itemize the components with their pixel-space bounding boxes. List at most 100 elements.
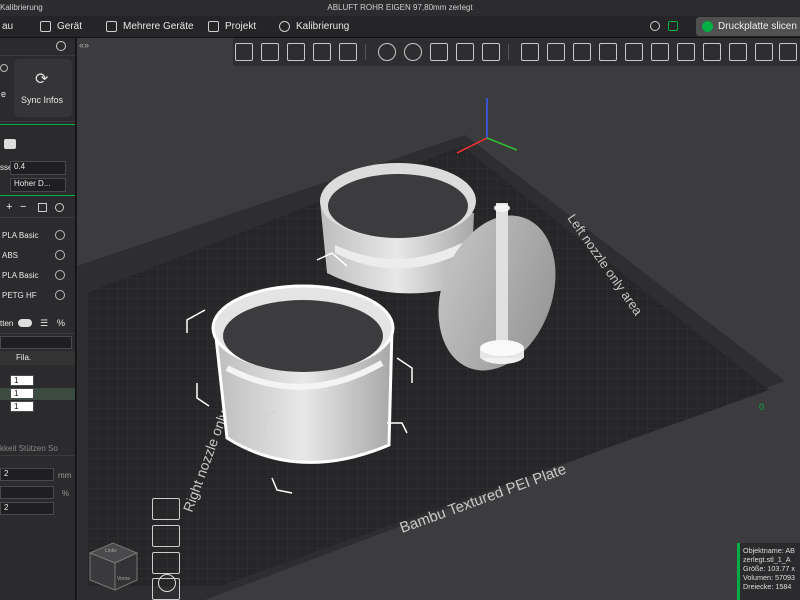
param-unit-1: mm xyxy=(58,471,72,480)
printer-header xyxy=(0,38,75,56)
seam-icon[interactable] xyxy=(573,43,591,61)
object-filament-input[interactable]: 1 xyxy=(10,375,34,386)
filament-name: PETG HF xyxy=(2,291,37,300)
table-row[interactable]: 1 xyxy=(0,375,75,387)
measure-icon[interactable] xyxy=(482,43,500,61)
table-row[interactable]: 1 xyxy=(0,401,75,413)
filament-item-4[interactable]: PETG HF xyxy=(0,286,75,306)
plate-lock-icon[interactable] xyxy=(152,498,180,520)
text-icon[interactable] xyxy=(547,43,565,61)
settings-tabs[interactable]: kkeit Stützen So xyxy=(0,442,75,456)
filament-item-2[interactable]: ABS xyxy=(0,246,75,266)
toolbar-separator xyxy=(365,44,366,60)
split-icon[interactable] xyxy=(339,43,357,61)
param-input-1[interactable]: 2 xyxy=(0,468,54,481)
orient-icon[interactable] xyxy=(287,43,305,61)
assembly-icon[interactable] xyxy=(651,43,669,61)
target-icon[interactable] xyxy=(650,21,660,31)
camera-reset-icon[interactable] xyxy=(158,574,176,592)
filament-name: ABS xyxy=(2,251,19,260)
zoom-icon[interactable] xyxy=(755,43,773,61)
toolbar-separator-2 xyxy=(508,44,509,60)
flow-value: Hoher D... xyxy=(14,179,51,188)
filament-settings-icon[interactable] xyxy=(55,203,64,212)
nozzle-select[interactable]: 0.4 xyxy=(10,161,66,175)
table-row[interactable]: 1 xyxy=(0,388,75,400)
menu-device-label: Gerät xyxy=(57,21,83,32)
objects-table-header: Fila. xyxy=(0,351,75,365)
view-icon[interactable] xyxy=(703,43,721,61)
info-size: Größe: 103.77 x xyxy=(743,564,795,573)
add-filament-button[interactable]: + xyxy=(6,201,12,213)
settings-gear-icon[interactable] xyxy=(56,41,66,51)
info-icon[interactable] xyxy=(0,64,8,72)
scale-icon[interactable] xyxy=(430,43,448,61)
app-window: Kalibrierung ABLUFT ROHR EIGEN 97,80mm z… xyxy=(0,0,800,600)
plate-settings-icon[interactable] xyxy=(152,552,180,574)
filament-remove-icon[interactable] xyxy=(55,270,65,280)
layer-icon[interactable] xyxy=(677,43,695,61)
rotate-icon[interactable] xyxy=(404,43,422,61)
menu-calibration[interactable]: Kalibrierung xyxy=(279,21,349,32)
percent-icon[interactable]: % xyxy=(57,318,65,328)
phone-icon[interactable] xyxy=(668,21,678,31)
object-toolbar xyxy=(233,38,800,66)
3d-viewport[interactable]: Bambu Textured PEI Plate Right nozzle on… xyxy=(77,38,800,600)
printer-card[interactable]: sse 0.4 Hoher D... xyxy=(0,124,75,196)
filament-column-header: Fila. xyxy=(16,353,32,362)
boolean-icon[interactable] xyxy=(625,43,643,61)
multi-device-icon xyxy=(106,21,117,32)
filament-remove-icon[interactable] xyxy=(55,250,65,260)
nozzle-value: 0.4 xyxy=(14,162,26,171)
collapse-panel-icon[interactable]: «» xyxy=(79,40,89,50)
menu-build-label: au xyxy=(2,21,14,32)
spool-icon xyxy=(4,139,16,149)
object-filament-input[interactable]: 1 xyxy=(10,388,34,399)
corner-index-label: 0 xyxy=(759,402,764,412)
settings-tabs-label: kkeit Stützen So xyxy=(0,444,58,453)
paint-icon[interactable] xyxy=(521,43,539,61)
grid-arrange-icon[interactable] xyxy=(261,43,279,61)
menu-device[interactable]: Gerät xyxy=(40,21,82,32)
cut-icon[interactable] xyxy=(456,43,474,61)
menu-multi-device-label: Mehrere Geräte xyxy=(123,21,194,32)
add-cube-icon[interactable] xyxy=(235,43,253,61)
slice-plate-button[interactable]: Druckplatte slicen xyxy=(696,17,800,36)
sync-label: Sync Infos xyxy=(21,95,64,105)
lay-on-face-icon[interactable] xyxy=(313,43,331,61)
objects-header: tten ☰ % xyxy=(0,314,75,334)
sync-info-button[interactable]: ⟳ Sync Infos xyxy=(14,59,72,117)
scene-canvas[interactable]: Bambu Textured PEI Plate Right nozzle on… xyxy=(77,38,800,600)
object-info-box: Objektname: AB zerlegt.stl_1_A Größe: 10… xyxy=(737,543,800,600)
objects-toggle[interactable] xyxy=(18,319,32,327)
objects-label: tten xyxy=(0,319,14,328)
flow-select[interactable]: Hoher D... xyxy=(10,178,66,192)
filament-remove-icon[interactable] xyxy=(55,230,65,240)
object-search-input[interactable] xyxy=(0,336,72,349)
filament-sync-icon[interactable] xyxy=(38,203,47,212)
filament-name: PLA Basic xyxy=(2,231,39,240)
filament-item-3[interactable]: PLA Basic xyxy=(0,266,75,286)
param-value-3: 2 xyxy=(4,503,9,512)
filament-name: PLA Basic xyxy=(2,271,39,280)
support-paint-icon[interactable] xyxy=(599,43,617,61)
filament-item-1[interactable]: PLA Basic xyxy=(0,226,75,246)
object-filament-input[interactable]: 1 xyxy=(10,401,34,412)
menu-multi-device[interactable]: Mehrere Geräte xyxy=(106,21,194,32)
filament-remove-icon[interactable] xyxy=(55,290,65,300)
sphere-icon[interactable] xyxy=(729,43,747,61)
more-icon[interactable] xyxy=(779,43,797,61)
move-icon[interactable] xyxy=(378,43,396,61)
param-input-3[interactable]: 2 xyxy=(0,502,54,515)
edge-letter: e xyxy=(1,89,7,99)
menu-build[interactable]: au xyxy=(2,21,13,32)
list-icon[interactable]: ☰ xyxy=(40,318,48,329)
view-cube[interactable]: Links Vorne xyxy=(85,538,145,593)
remove-filament-button[interactable]: − xyxy=(20,201,26,213)
param-input-2[interactable] xyxy=(0,486,54,499)
param-unit-2: % xyxy=(62,489,70,498)
menu-project[interactable]: Projekt xyxy=(208,21,256,32)
calibration-icon xyxy=(279,21,290,32)
plate-arrange-icon[interactable] xyxy=(152,525,180,547)
info-triangles: Dreiecke: 1584 xyxy=(743,582,792,591)
